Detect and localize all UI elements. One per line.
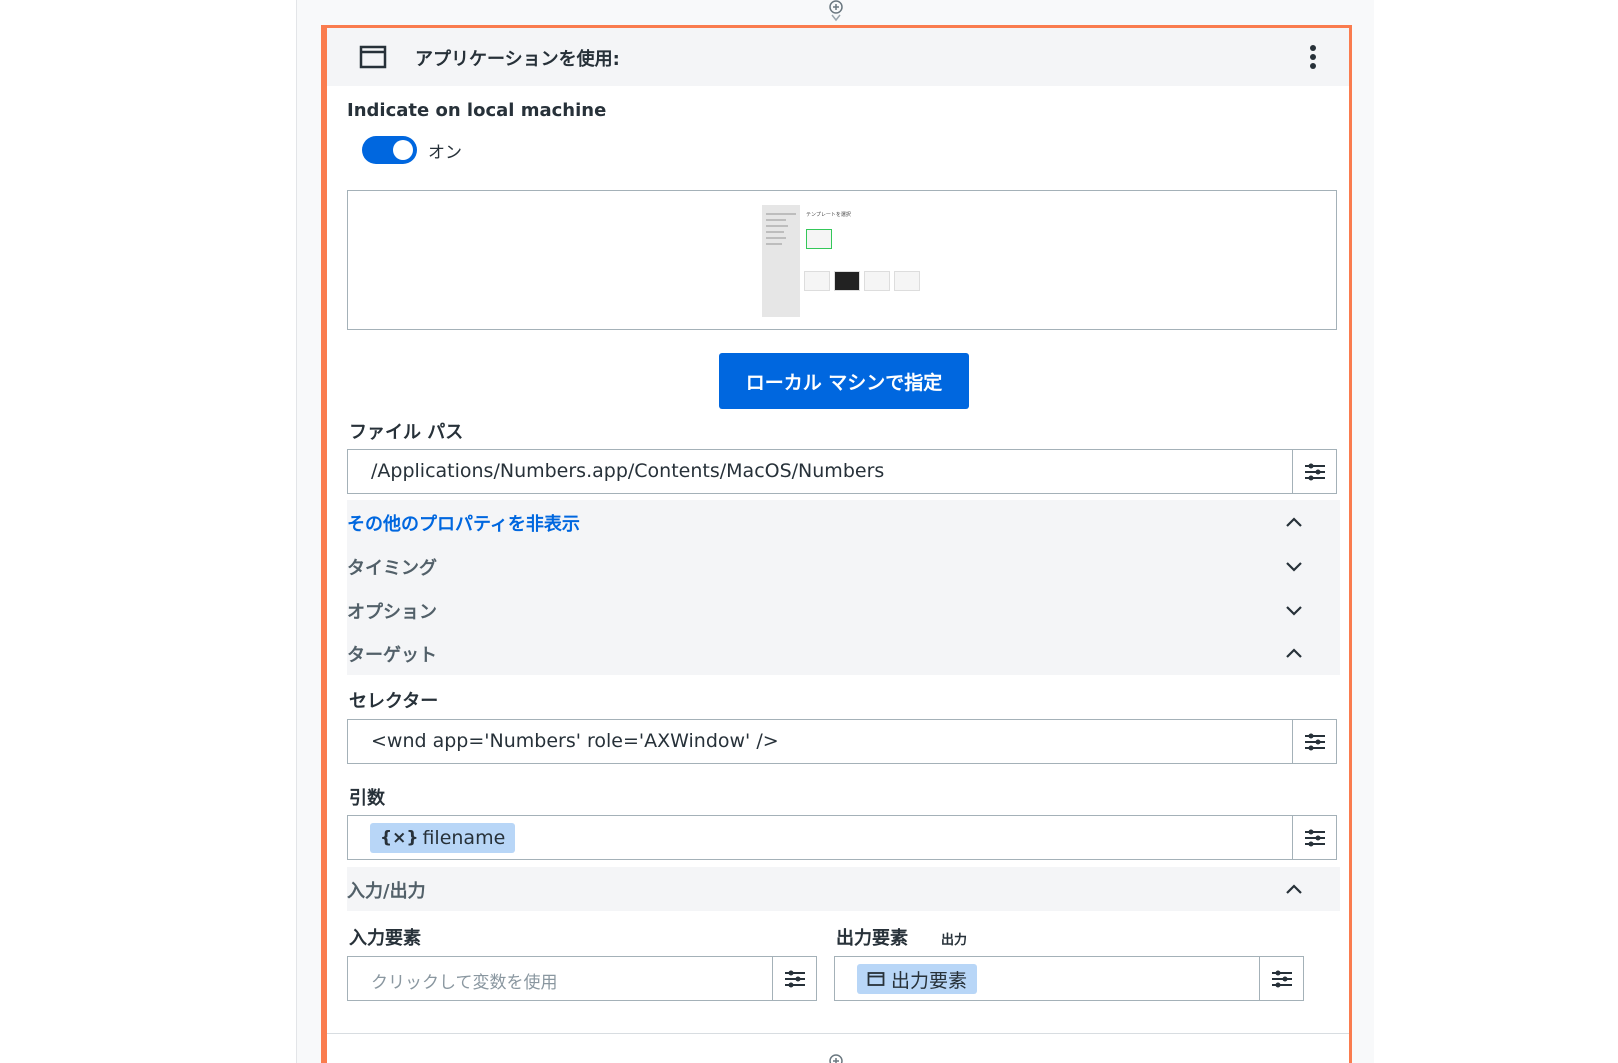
- file-path-label: ファイル パス: [349, 422, 464, 443]
- indicate-on-local-machine-button[interactable]: ローカル マシンで指定: [719, 353, 969, 409]
- output-element-options-button[interactable]: [1259, 957, 1303, 1000]
- variable-icon: {×}: [380, 828, 419, 848]
- arguments-field[interactable]: {×} filename: [347, 815, 1337, 860]
- chevron-up-icon: [1286, 884, 1302, 894]
- input-element-placeholder: クリックして変数を使用: [371, 973, 558, 993]
- selector-options-button[interactable]: [1292, 720, 1336, 763]
- preview-thumbnail: テンプレートを選択: [762, 205, 928, 317]
- input-output-label: 入力/出力: [347, 881, 426, 902]
- file-path-value: /Applications/Numbers.app/Contents/MacOS…: [371, 460, 885, 482]
- output-chip-text: 出力要素: [891, 969, 968, 992]
- output-badge: 出力: [941, 933, 968, 948]
- target-section[interactable]: ターゲット: [347, 631, 1340, 675]
- input-output-section[interactable]: 入力/出力: [347, 867, 1340, 911]
- indicate-label: Indicate on local machine: [347, 100, 607, 121]
- add-activity-top-icon[interactable]: [826, 0, 846, 22]
- card-header: アプリケーションを使用:: [327, 28, 1349, 86]
- settings-sliders-icon: [1305, 463, 1325, 481]
- chevron-down-icon: [1286, 606, 1302, 616]
- more-properties-label: その他のプロパティを非表示: [347, 514, 580, 535]
- arguments-options-button[interactable]: [1292, 816, 1336, 859]
- options-label: オプション: [347, 602, 437, 623]
- more-properties-toggle[interactable]: その他のプロパティを非表示: [347, 500, 1340, 544]
- file-path-options-button[interactable]: [1292, 450, 1336, 493]
- settings-sliders-icon: [1272, 970, 1292, 988]
- window-icon: [359, 45, 387, 69]
- settings-sliders-icon: [1305, 733, 1325, 751]
- input-element-label: 入力要素: [349, 928, 421, 949]
- output-element-field[interactable]: 出力要素: [834, 956, 1304, 1001]
- options-section[interactable]: オプション: [347, 588, 1340, 632]
- arguments-variable-chip[interactable]: {×} filename: [370, 823, 516, 853]
- file-path-field[interactable]: /Applications/Numbers.app/Contents/MacOS…: [347, 449, 1337, 494]
- more-vertical-icon[interactable]: [1307, 42, 1319, 72]
- selector-label: セレクター: [349, 691, 439, 712]
- preview-caption: テンプレートを選択: [806, 212, 851, 218]
- input-element-options-button[interactable]: [772, 957, 816, 1000]
- selector-field[interactable]: <wnd app='Numbers' role='AXWindow' />: [347, 719, 1337, 764]
- arguments-label: 引数: [349, 788, 385, 809]
- settings-sliders-icon: [785, 970, 805, 988]
- card-title: アプリケーションを使用:: [415, 49, 620, 70]
- chevron-down-icon: [1286, 562, 1302, 572]
- target-label: ターゲット: [347, 645, 437, 666]
- settings-sliders-icon: [1305, 829, 1325, 847]
- chevron-up-icon: [1286, 648, 1302, 658]
- use-application-card[interactable]: アプリケーションを使用: Indicate on local machine オ…: [321, 25, 1352, 1063]
- screenshot-preview: テンプレートを選択: [347, 190, 1337, 330]
- timing-section[interactable]: タイミング: [347, 544, 1340, 588]
- output-element-label: 出力要素: [836, 928, 908, 949]
- indicate-toggle[interactable]: [362, 136, 417, 164]
- timing-label: タイミング: [347, 558, 437, 579]
- arguments-chip-text: filename: [422, 827, 506, 849]
- toggle-state-label: オン: [428, 143, 462, 163]
- chevron-up-icon: [1286, 517, 1302, 527]
- input-element-field[interactable]: クリックして変数を使用: [347, 956, 817, 1001]
- selector-value: <wnd app='Numbers' role='AXWindow' />: [371, 730, 779, 752]
- toggle-knob: [393, 140, 413, 160]
- card-divider: [327, 1033, 1349, 1034]
- window-icon: [867, 972, 885, 986]
- output-element-chip[interactable]: 出力要素: [857, 964, 978, 994]
- add-activity-bottom-icon[interactable]: [826, 1050, 846, 1063]
